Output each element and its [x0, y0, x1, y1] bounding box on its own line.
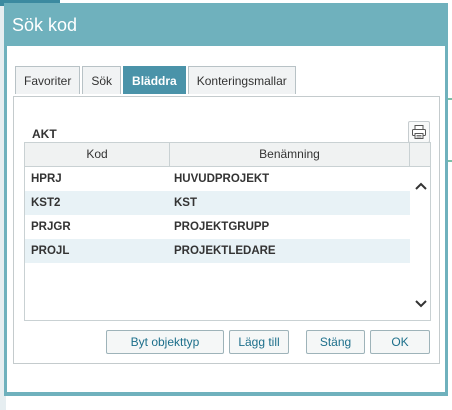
add-button[interactable]: Lägg till — [229, 330, 289, 354]
tab-konteringsmallar[interactable]: Konteringsmallar — [187, 66, 296, 94]
dialog-title: Sök kod — [12, 15, 78, 35]
search-code-dialog: Sök kod Favoriter Sök Bläddra Konterings… — [4, 3, 448, 396]
cell-kod: HPRJ — [31, 173, 62, 185]
cell-kod: PRJGR — [31, 221, 71, 233]
cell-kod: PROJL — [31, 245, 70, 257]
cell-benamning: KST — [174, 197, 197, 209]
chevron-up-icon — [415, 182, 427, 190]
column-header-benamning[interactable]: Benämning — [170, 143, 410, 166]
ok-button[interactable]: OK — [370, 330, 430, 354]
tab-bar: Favoriter Sök Bläddra Konteringsmallar — [15, 66, 298, 94]
tab-bladdra[interactable]: Bläddra — [123, 66, 186, 94]
tab-favoriter[interactable]: Favoriter — [15, 66, 81, 94]
scroll-down-button[interactable] — [412, 295, 430, 313]
cell-benamning: PROJEKTGRUPP — [174, 221, 270, 233]
cell-benamning: HUVUDPROJEKT — [174, 173, 270, 185]
printer-icon — [412, 125, 426, 139]
print-button[interactable] — [408, 121, 430, 143]
close-button[interactable]: Stäng — [306, 330, 365, 354]
table-row[interactable]: PROJL PROJEKTLEDARE — [25, 239, 410, 263]
cell-kod: KST2 — [31, 197, 61, 209]
dialog-body: Favoriter Sök Bläddra Konteringsmallar A… — [7, 46, 445, 392]
table-row[interactable]: PRJGR PROJEKTGRUPP — [25, 215, 410, 239]
code-grid: Kod Benämning HPRJ HUVUDPROJEKT KST2 KST… — [24, 142, 431, 321]
grid-rows: HPRJ HUVUDPROJEKT KST2 KST PRJGR PROJEKT… — [25, 167, 410, 263]
browse-panel: AKT Kod Benämning HPRJ HUVUDPROJEKT KST2… — [13, 96, 440, 364]
table-row[interactable]: HPRJ HUVUDPROJEKT — [25, 167, 410, 191]
column-header-kod[interactable]: Kod — [25, 143, 170, 166]
grid-header: Kod Benämning — [25, 143, 430, 167]
tab-sok[interactable]: Sök — [82, 66, 122, 94]
object-type-label: AKT — [32, 127, 57, 141]
scroll-up-button[interactable] — [412, 177, 430, 195]
cell-benamning: PROJEKTLEDARE — [174, 245, 276, 257]
change-object-type-button[interactable]: Byt objekttyp — [106, 330, 224, 354]
table-row[interactable]: KST2 KST — [25, 191, 410, 215]
chevron-down-icon — [415, 300, 427, 308]
